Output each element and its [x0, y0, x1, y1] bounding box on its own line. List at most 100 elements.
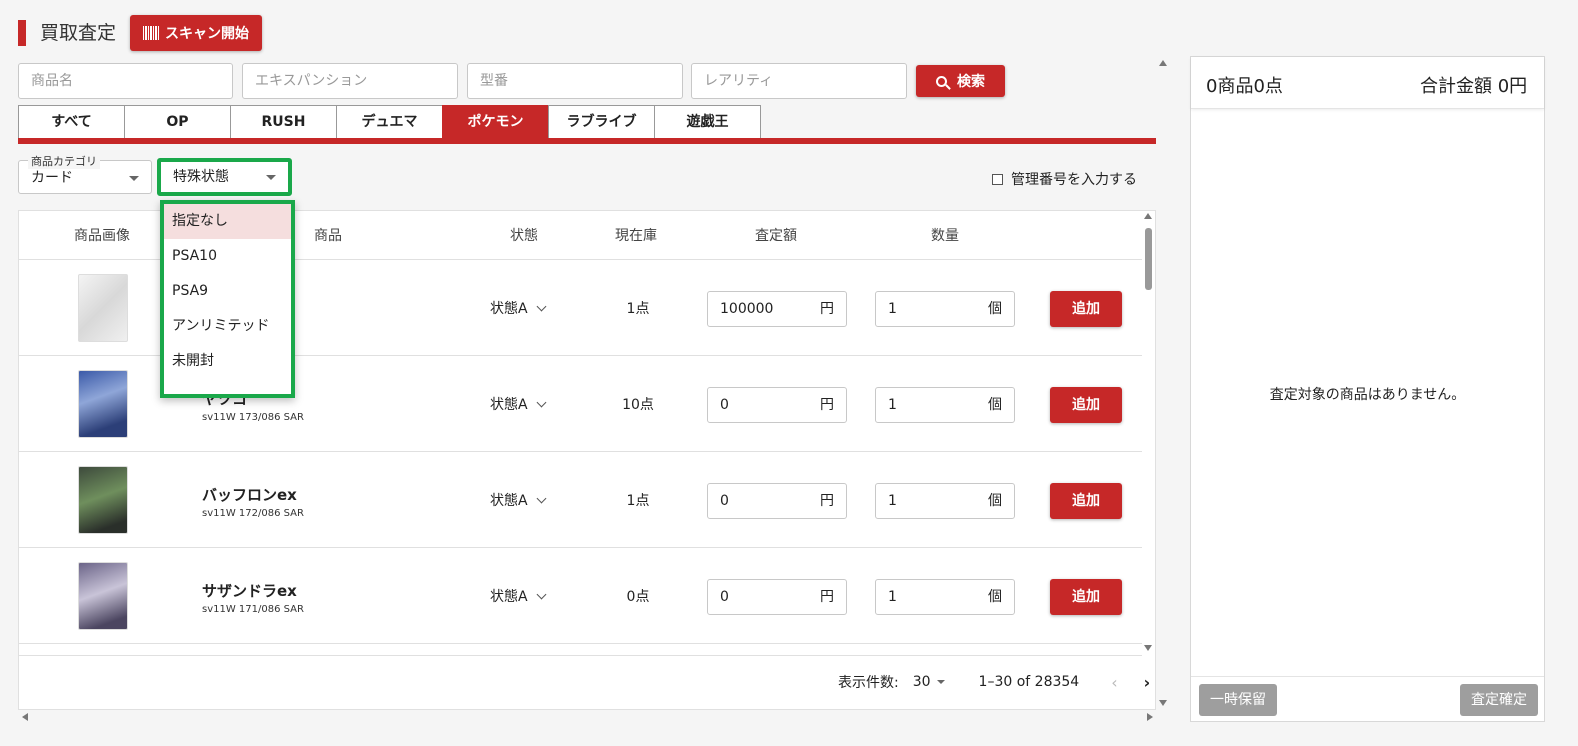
header-state: 状態: [510, 228, 538, 244]
category-tabs: すべて OP RUSH デュエマ ポケモン ラブライブ 遊戯王: [18, 105, 761, 138]
state-value: 状態A: [490, 493, 528, 509]
item-count: 0商品0点: [1206, 76, 1283, 97]
tab-yugioh[interactable]: 遊戯王: [654, 105, 761, 138]
per-page-label: 表示件数:: [838, 675, 899, 691]
tab-op[interactable]: OP: [124, 105, 231, 138]
add-button[interactable]: 追加: [1050, 579, 1122, 615]
chevron-down-icon: [536, 493, 547, 503]
add-button[interactable]: 追加: [1050, 483, 1122, 519]
quantity-value: 1: [888, 589, 897, 605]
search-button[interactable]: 検索: [916, 65, 1005, 97]
product-name-input[interactable]: 商品名: [18, 63, 233, 99]
search-icon: [936, 75, 947, 87]
card-image: [78, 370, 128, 438]
table-footer-divider: [18, 655, 1142, 656]
amount-input[interactable]: 0円: [707, 387, 847, 423]
add-button[interactable]: 追加: [1050, 387, 1122, 423]
state-select[interactable]: 状態A: [490, 394, 547, 414]
chevron-down-icon: [536, 397, 547, 407]
prev-page-icon[interactable]: ‹: [1111, 673, 1117, 692]
manage-number-toggle[interactable]: 管理番号を入力する: [992, 169, 1137, 189]
yen-unit: 円: [820, 589, 834, 605]
quantity-input[interactable]: 1個: [875, 483, 1015, 519]
card-image: [78, 466, 128, 534]
header-quantity: 数量: [931, 228, 959, 244]
product-code: sv11W 172/086 SAR: [202, 508, 304, 519]
product-name: バッフロンex: [202, 486, 297, 504]
special-condition-menu: 指定なし PSA10 PSA9 アンリミテッド 未開封: [160, 200, 295, 398]
menu-item-psa10[interactable]: PSA10: [164, 239, 291, 274]
tab-rush[interactable]: RUSH: [230, 105, 337, 138]
search-label: 検索: [957, 74, 985, 90]
empty-message: 査定対象の商品はありません。: [1269, 387, 1466, 403]
quantity-input[interactable]: 1個: [875, 387, 1015, 423]
scroll-left-icon[interactable]: [22, 713, 28, 721]
scroll-down-icon[interactable]: [1144, 645, 1152, 651]
scan-start-label: スキャン開始: [165, 26, 249, 42]
card-image: [78, 562, 128, 630]
expansion-input[interactable]: エキスパンション: [242, 63, 458, 99]
menu-item-unlimited[interactable]: アンリミテッド: [164, 309, 291, 344]
table-row: バッフロンex sv11W 172/086 SAR 状態A 1点 0円 1個 追…: [18, 452, 1142, 548]
rarity-input[interactable]: レアリティ: [691, 63, 907, 99]
total-amount: 合計金額 0円: [1420, 76, 1528, 97]
menu-item-unopened[interactable]: 未開封: [164, 344, 291, 379]
quantity-input[interactable]: 1個: [875, 579, 1015, 615]
product-code: sv11W 173/086 SAR: [202, 412, 304, 423]
menu-item-psa9[interactable]: PSA9: [164, 274, 291, 309]
page-scroll-up-icon[interactable]: [1159, 60, 1167, 66]
tab-pokemon[interactable]: ポケモン: [442, 105, 549, 138]
title-accent-bar: [18, 20, 26, 46]
per-page-select[interactable]: 30: [913, 674, 945, 690]
quantity-value: 1: [888, 301, 897, 317]
page-title: 買取査定: [40, 22, 117, 44]
special-condition-select[interactable]: 特殊状態: [157, 158, 292, 196]
table-scrollbar-thumb[interactable]: [1145, 228, 1152, 290]
manage-number-label: 管理番号を入力する: [1011, 172, 1137, 188]
tab-lovelive[interactable]: ラブライブ: [548, 105, 655, 138]
category-select-label: 商品カテゴリ: [28, 153, 100, 169]
stock-count: 0点: [626, 589, 650, 605]
quantity-input[interactable]: 1個: [875, 291, 1015, 327]
model-number-input[interactable]: 型番: [467, 63, 683, 99]
scroll-right-icon[interactable]: [1147, 713, 1153, 721]
tab-underline: [18, 138, 1156, 144]
per-page-value: 30: [912, 674, 931, 690]
page-scroll-down-icon[interactable]: [1159, 700, 1167, 706]
yen-unit: 円: [820, 493, 834, 509]
hold-button[interactable]: 一時保留: [1199, 684, 1277, 716]
product-code: sv11W 171/086 SAR: [202, 604, 304, 615]
add-button[interactable]: 追加: [1050, 291, 1122, 327]
tab-duema[interactable]: デュエマ: [336, 105, 443, 138]
state-select[interactable]: 状態A: [490, 586, 547, 606]
card-image: [78, 274, 128, 342]
product-name: サザンドラex: [202, 582, 297, 600]
tab-all[interactable]: すべて: [18, 105, 125, 138]
scroll-up-icon[interactable]: [1144, 213, 1152, 219]
piece-unit: 個: [988, 589, 1002, 605]
scan-start-button[interactable]: スキャン開始: [130, 15, 262, 51]
amount-value: 100000: [720, 301, 774, 317]
chevron-down-icon: [536, 301, 547, 311]
state-select[interactable]: 状態A: [490, 490, 547, 510]
amount-value: 0: [720, 397, 729, 413]
piece-unit: 個: [988, 493, 1002, 509]
yen-unit: 円: [820, 397, 834, 413]
chevron-down-icon: [536, 589, 547, 599]
next-page-icon[interactable]: ›: [1144, 673, 1151, 692]
amount-input[interactable]: 0円: [707, 579, 847, 615]
caret-down-icon: [936, 680, 945, 684]
amount-input[interactable]: 100000 円: [707, 291, 847, 327]
page-range: 1–30 of 28354: [978, 674, 1080, 690]
amount-input[interactable]: 0円: [707, 483, 847, 519]
stock-count: 1点: [626, 493, 650, 509]
piece-unit: 個: [988, 397, 1002, 413]
header-product: 商品: [314, 228, 342, 244]
confirm-button[interactable]: 査定確定: [1460, 684, 1538, 716]
menu-item-none[interactable]: 指定なし: [164, 204, 291, 239]
amount-value: 0: [720, 493, 729, 509]
pagination: 表示件数: 30 1–30 of 28354 ‹ ›: [838, 672, 1150, 692]
checkbox-icon[interactable]: [992, 173, 1003, 185]
header-stock: 現在庫: [615, 228, 657, 244]
state-select[interactable]: 状態A: [490, 298, 547, 318]
